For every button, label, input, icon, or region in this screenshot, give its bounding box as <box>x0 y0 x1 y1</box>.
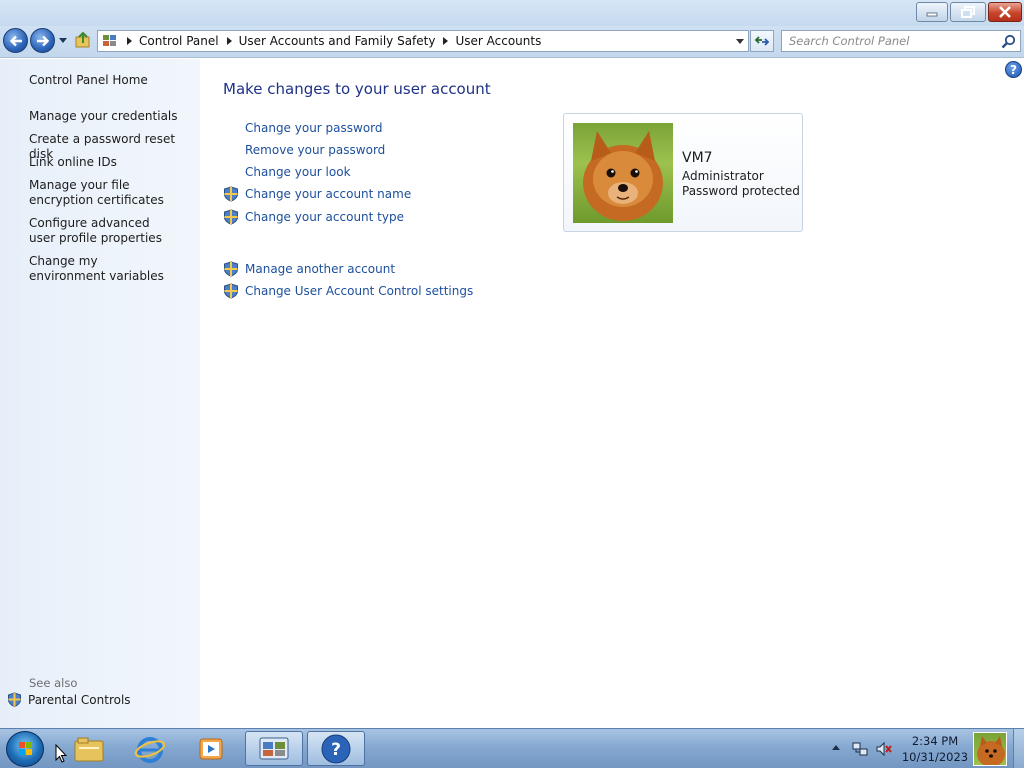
close-button[interactable] <box>988 2 1022 22</box>
help-icon: ? <box>321 734 351 763</box>
title-bar <box>0 0 1024 26</box>
minimize-icon <box>926 12 938 17</box>
folder-up-icon <box>75 31 90 48</box>
folder-icon <box>74 737 104 761</box>
change-account-name-link[interactable]: Change your account name <box>223 185 411 203</box>
change-account-name-label: Change your account name <box>245 187 412 201</box>
chevron-down-icon <box>59 37 67 43</box>
breadcrumb-user-accounts-family-safety[interactable]: User Accounts and Family Safety <box>239 34 436 48</box>
account-picture[interactable] <box>573 123 673 223</box>
user-avatar[interactable] <box>973 732 1007 766</box>
up-one-level-button[interactable] <box>74 31 92 49</box>
breadcrumb-separator-icon <box>127 37 132 45</box>
back-button[interactable] <box>3 28 28 53</box>
volume-muted-icon[interactable] <box>876 741 892 757</box>
network-icon[interactable] <box>852 741 868 757</box>
change-account-type-link[interactable]: Change your account type <box>223 208 404 226</box>
remove-password-link[interactable]: Remove your password <box>223 141 385 159</box>
forward-arrow-icon <box>36 35 49 46</box>
media-player-icon <box>199 738 223 759</box>
change-look-link[interactable]: Change your look <box>223 163 351 181</box>
start-button[interactable] <box>6 731 44 767</box>
system-clock[interactable]: 2:34 PM 10/31/2023 <box>900 733 970 765</box>
manage-credentials-link[interactable]: Manage your credentials <box>29 109 194 124</box>
svg-text:?: ? <box>331 740 341 760</box>
address-history-dropdown[interactable] <box>736 39 744 44</box>
tasks-sidebar: Control Panel Home Manage your credentia… <box>0 59 200 728</box>
refresh-button[interactable] <box>750 30 774 52</box>
file-encryption-certificates-link[interactable]: Manage your file encryption certificates <box>29 178 189 208</box>
manage-another-account-link[interactable]: Manage another account <box>223 260 395 278</box>
change-account-type-label: Change your account type <box>245 210 404 224</box>
link-online-ids-link[interactable]: Link online IDs <box>29 155 194 170</box>
page-title: Make changes to your user account <box>223 80 491 98</box>
breadcrumb-control-panel[interactable]: Control Panel <box>139 34 219 48</box>
shield-icon <box>8 692 21 707</box>
navigation-bar: Control Panel User Accounts and Family S… <box>0 26 1024 58</box>
breadcrumb-separator-icon <box>443 37 449 45</box>
dog-avatar-icon <box>977 736 1005 765</box>
search-input[interactable] <box>782 31 992 51</box>
taskbar-help-and-support[interactable]: ? <box>307 731 365 766</box>
account-name: VM7 <box>682 150 713 166</box>
change-password-label: Change your password <box>245 121 383 135</box>
environment-variables-link[interactable]: Change my environment variables <box>29 254 174 284</box>
dog-photo-icon <box>583 131 663 221</box>
clock-date: 10/31/2023 <box>901 750 969 764</box>
breadcrumb-user-accounts[interactable]: User Accounts <box>455 34 541 48</box>
restore-button[interactable] <box>950 2 986 22</box>
refresh-icon <box>754 36 770 46</box>
advanced-profile-properties-link[interactable]: Configure advanced user profile properti… <box>29 216 174 246</box>
change-look-label: Change your look <box>245 165 351 179</box>
taskbar: ? 2:34 PM 10/31/2023 <box>0 728 1024 768</box>
account-password-status: Password protected <box>682 184 800 198</box>
uac-settings-label: Change User Account Control settings <box>245 284 474 298</box>
close-icon <box>999 6 1011 18</box>
uac-settings-link[interactable]: Change User Account Control settings <box>223 282 473 300</box>
minimize-button[interactable] <box>916 2 948 22</box>
uac-shield-icon <box>224 261 238 277</box>
restore-icon <box>961 6 975 18</box>
taskbar-windows-explorer[interactable] <box>60 731 118 766</box>
account-tile: VM7 Administrator Password protected <box>563 113 803 232</box>
manage-another-account-label: Manage another account <box>245 262 396 276</box>
back-arrow-icon <box>9 35 22 46</box>
taskbar-internet-explorer[interactable] <box>121 731 179 766</box>
recent-pages-dropdown[interactable] <box>58 35 68 45</box>
address-bar[interactable]: Control Panel User Accounts and Family S… <box>97 30 749 52</box>
remove-password-label: Remove your password <box>245 143 386 157</box>
see-also-heading: See also <box>29 676 78 690</box>
forward-button[interactable] <box>30 28 55 53</box>
taskbar-media-player[interactable] <box>182 731 240 766</box>
uac-shield-icon <box>224 186 238 202</box>
parental-controls-link[interactable]: Parental Controls <box>7 692 131 707</box>
uac-shield-icon <box>224 283 238 299</box>
mouse-cursor-icon <box>55 744 67 763</box>
help-icon[interactable]: ? <box>1005 61 1022 78</box>
parental-controls-label: Parental Controls <box>28 692 131 707</box>
internet-explorer-icon <box>134 736 166 763</box>
search-icon[interactable] <box>1001 34 1016 49</box>
uac-shield-icon <box>224 209 238 225</box>
windows-logo-icon <box>19 742 32 755</box>
breadcrumb-separator-icon <box>226 37 232 45</box>
account-type: Administrator <box>682 169 764 183</box>
control-panel-icon <box>103 35 116 46</box>
control-panel-icon <box>259 737 289 759</box>
control-panel-home-link[interactable]: Control Panel Home <box>29 73 194 88</box>
search-box <box>781 30 1021 52</box>
show-desktop-button[interactable] <box>1013 729 1024 768</box>
taskbar-control-panel[interactable] <box>245 731 303 766</box>
clock-time: 2:34 PM <box>911 734 959 748</box>
main-content: ? Make changes to your user account Chan… <box>200 59 1024 728</box>
show-hidden-icons-button[interactable] <box>832 745 840 750</box>
change-password-link[interactable]: Change your password <box>223 119 383 137</box>
